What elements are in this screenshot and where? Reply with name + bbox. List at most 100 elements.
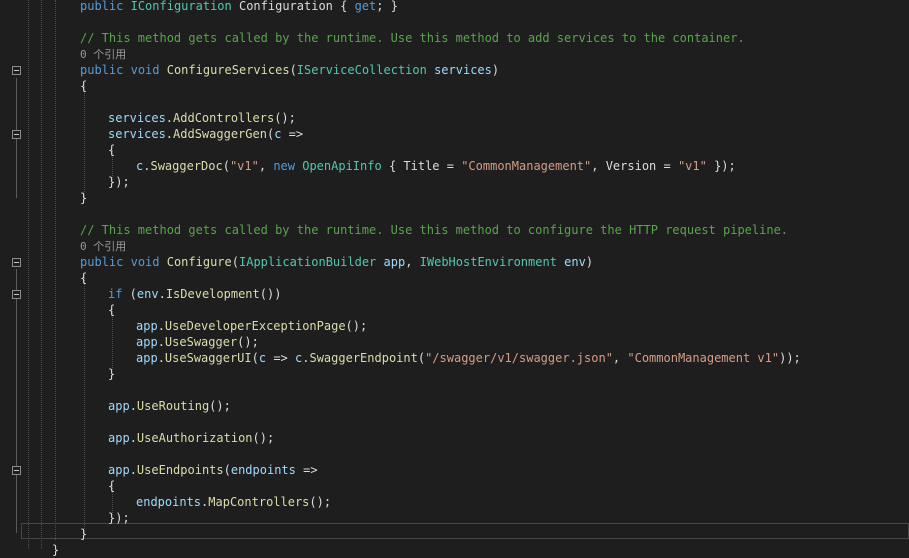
code-token: .: [129, 431, 137, 445]
code-line[interactable]: services.AddSwaggerGen(c =>: [108, 126, 303, 142]
code-token: Configure: [166, 255, 232, 269]
indent-guide: [28, 0, 29, 549]
code-line[interactable]: // This method gets called by the runtim…: [80, 222, 788, 238]
code-line[interactable]: services.AddControllers();: [108, 110, 296, 126]
code-token: ));: [779, 351, 801, 365]
code-token: ();: [309, 495, 332, 509]
code-token: (: [251, 351, 259, 365]
code-line[interactable]: });: [108, 510, 130, 526]
code-token: .: [157, 335, 165, 349]
code-line[interactable]: }: [80, 526, 87, 542]
editor-gutter: [0, 0, 24, 549]
code-token: "CommonManagement v1": [627, 351, 780, 365]
code-token: ();: [209, 399, 231, 413]
code-line[interactable]: }: [52, 542, 59, 558]
code-token: ();: [274, 111, 296, 125]
code-token: }: [52, 543, 60, 557]
code-token: .: [129, 463, 137, 477]
code-line[interactable]: public void Configure(IApplicationBuilde…: [80, 254, 593, 270]
code-token: public: [80, 63, 124, 77]
code-line[interactable]: endpoints.MapControllers();: [136, 494, 331, 510]
code-token: .: [157, 319, 165, 333]
code-token: UseRouting: [136, 399, 210, 413]
indent-guide: [55, 0, 56, 540]
code-token: IConfiguration: [130, 0, 232, 13]
collapse-toggle-icon[interactable]: [12, 466, 21, 475]
code-line[interactable]: {: [80, 78, 87, 94]
code-token: endpoints: [230, 463, 296, 477]
code-token: });: [108, 175, 130, 189]
code-token: {: [80, 271, 88, 285]
code-token: AddControllers: [173, 111, 275, 125]
code-token: if: [108, 287, 123, 301]
code-token: (: [223, 463, 231, 477]
indent-guide: [112, 309, 113, 370]
code-token: .: [157, 351, 165, 365]
code-token: (: [122, 287, 137, 301]
code-token: IsDevelopment: [165, 287, 260, 301]
code-token: c: [258, 351, 267, 365]
code-token: UseSwagger: [164, 335, 238, 349]
code-token: "v1": [677, 159, 707, 173]
code-line[interactable]: {: [108, 302, 115, 318]
code-line[interactable]: app.UseDeveloperExceptionPage();: [136, 318, 367, 334]
code-token: ,: [612, 351, 628, 365]
code-line[interactable]: app.UseSwagger();: [136, 334, 259, 350]
code-line[interactable]: app.UseRouting();: [108, 398, 231, 414]
collapse-toggle-icon[interactable]: [12, 66, 21, 75]
code-token: .: [129, 399, 137, 413]
code-token: ();: [252, 431, 275, 445]
code-token: app: [136, 351, 158, 365]
code-line[interactable]: 0 个引用: [80, 238, 126, 254]
code-token: .: [165, 111, 174, 125]
code-line[interactable]: public IConfiguration Configuration { ge…: [80, 0, 398, 14]
collapse-toggle-icon[interactable]: [12, 258, 21, 267]
code-line[interactable]: }: [80, 190, 87, 206]
code-token: ()): [259, 287, 282, 301]
code-line[interactable]: {: [108, 478, 115, 494]
code-line[interactable]: c.SwaggerDoc("v1", new OpenApiInfo { Tit…: [136, 158, 736, 174]
indent-guide: [41, 0, 42, 549]
code-line[interactable]: if (env.IsDevelopment()): [108, 286, 281, 302]
code-line[interactable]: 0 个引用: [80, 46, 126, 62]
collapse-toggle-icon[interactable]: [12, 290, 21, 299]
code-token: UseAuthorization: [136, 431, 253, 445]
code-token: app: [136, 319, 158, 333]
fold-line: [16, 269, 17, 533]
code-token: app: [136, 335, 158, 349]
code-line[interactable]: });: [108, 174, 130, 190]
code-token: (: [289, 63, 297, 77]
code-token: ; }: [376, 0, 398, 13]
codelens-references[interactable]: 0 个引用: [80, 240, 126, 253]
code-line[interactable]: app.UseSwaggerUI(c => c.SwaggerEndpoint(…: [136, 350, 801, 366]
code-token: ,: [258, 159, 274, 173]
code-token: });: [108, 511, 130, 525]
code-line[interactable]: // This method gets called by the runtim…: [80, 30, 745, 46]
code-token: SwaggerEndpoint: [309, 351, 418, 365]
indent-guide: [84, 277, 85, 533]
code-token: public: [80, 255, 124, 269]
code-token: {: [108, 479, 116, 493]
code-token: UseEndpoints: [136, 463, 224, 477]
collapse-toggle-icon[interactable]: [12, 130, 21, 139]
code-line[interactable]: app.UseAuthorization();: [108, 430, 274, 446]
code-token: ();: [237, 335, 259, 349]
code-line[interactable]: }: [108, 366, 115, 382]
code-token: ,: [405, 255, 420, 269]
code-line[interactable]: {: [80, 270, 87, 286]
code-line[interactable]: public void ConfigureServices(IServiceCo…: [80, 62, 499, 78]
code-token: Configuration {: [231, 0, 355, 13]
code-line[interactable]: {: [108, 142, 115, 158]
code-token: SwaggerDoc: [150, 159, 223, 173]
code-line[interactable]: app.UseEndpoints(endpoints =>: [108, 462, 318, 478]
code-token: services: [108, 111, 166, 125]
code-editor[interactable]: public IConfiguration Configuration { ge…: [0, 0, 909, 557]
codelens-references[interactable]: 0 个引用: [80, 48, 126, 61]
code-token: ): [585, 255, 594, 269]
code-token: app: [108, 431, 130, 445]
